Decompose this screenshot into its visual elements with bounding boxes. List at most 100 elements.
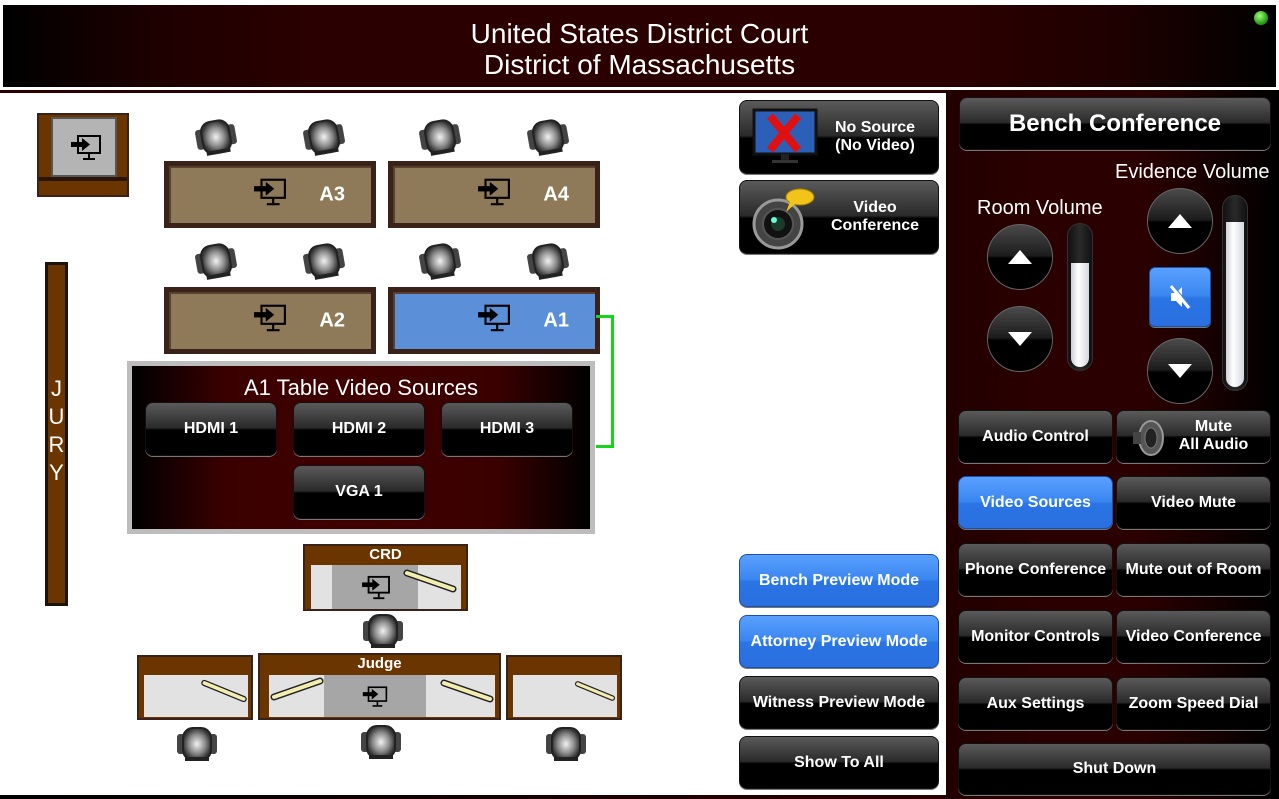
bench-right-desk[interactable] <box>506 655 622 720</box>
mute-all-line2: All Audio <box>1178 436 1249 453</box>
crd-chair-icon <box>363 614 403 648</box>
video-conf-line2: Conference <box>830 217 920 234</box>
evidence-volume-up-button[interactable] <box>1147 188 1213 254</box>
video-conference-source-label: Video Conference <box>826 199 924 235</box>
header-bar: United States District Court District of… <box>3 5 1276 87</box>
table-sources-popup: A1 Table Video Sources HDMI 1 HDMI 2 HDM… <box>127 361 595 534</box>
room-volume-up-button[interactable] <box>987 224 1053 290</box>
microphone-icon <box>201 679 247 703</box>
shut-down-button[interactable]: Shut Down <box>958 743 1271 795</box>
status-indicator-icon <box>1254 11 1268 25</box>
display-input-icon <box>253 177 287 212</box>
no-source-line1: No Source <box>834 119 915 136</box>
table-a2[interactable]: A2 <box>164 287 376 354</box>
evidence-volume-down-button[interactable] <box>1147 338 1213 404</box>
arrow-down-icon <box>1168 364 1192 378</box>
witness-preview-mode-button[interactable]: Witness Preview Mode <box>739 676 939 729</box>
attorney-chair-icon <box>195 243 237 280</box>
crd-label: CRD <box>369 546 402 563</box>
no-source-line2: (No Video) <box>835 137 915 154</box>
room-volume-down-button[interactable] <box>987 306 1053 372</box>
room-volume-label: Room Volume <box>977 197 1103 219</box>
bench-conference-button[interactable]: Bench Conference <box>959 97 1271 150</box>
speaker-muted-icon <box>1169 284 1192 309</box>
arrow-down-icon <box>1008 332 1032 346</box>
mute-out-of-room-button[interactable]: Mute out of Room <box>1116 543 1271 596</box>
zoom-speed-dial-button[interactable]: Zoom Speed Dial <box>1116 677 1271 730</box>
mute-all-audio-button[interactable]: Mute All Audio <box>1116 410 1271 463</box>
selection-connector <box>596 315 614 448</box>
video-sources-button[interactable]: Video Sources <box>958 476 1113 529</box>
display-input-icon <box>477 303 511 338</box>
judge-bench[interactable]: Judge <box>258 653 501 720</box>
microphone-icon <box>270 677 324 701</box>
evidence-volume-label: Evidence Volume <box>1115 161 1270 183</box>
court-district: District of Massachusetts <box>483 49 796 80</box>
table-label: A2 <box>319 309 345 331</box>
jury-box: J U R Y <box>45 262 68 606</box>
table-label: A4 <box>543 183 569 205</box>
attorney-preview-mode-button[interactable]: Attorney Preview Mode <box>739 615 939 668</box>
evidence-mute-button[interactable] <box>1149 267 1211 327</box>
arrow-up-icon <box>1168 214 1192 228</box>
source-hdmi-1-button[interactable]: HDMI 1 <box>145 402 277 456</box>
microphone-icon <box>574 681 616 701</box>
no-source-button[interactable]: No Source (No Video) <box>739 100 939 174</box>
attorney-chair-icon <box>527 119 569 156</box>
no-video-monitor-icon <box>752 108 818 163</box>
attorney-chair-icon <box>303 243 345 280</box>
source-vga-1-button[interactable]: VGA 1 <box>293 465 425 519</box>
attorney-chair-icon <box>195 119 237 156</box>
audio-control-button[interactable]: Audio Control <box>958 410 1113 463</box>
bench-left-desk[interactable] <box>137 655 253 720</box>
evidence-volume-gauge[interactable] <box>1222 195 1248 391</box>
attorney-chair-icon <box>419 243 461 280</box>
table-a3[interactable]: A3 <box>164 161 376 228</box>
crd-desk[interactable]: CRD <box>303 544 468 611</box>
table-a1[interactable]: A1 <box>388 287 600 354</box>
display-input-icon <box>253 303 287 338</box>
display-input-icon <box>362 686 388 707</box>
popup-title: A1 Table Video Sources <box>243 375 479 400</box>
aux-settings-button[interactable]: Aux Settings <box>958 677 1113 730</box>
witness-monitor <box>51 117 117 177</box>
jury-letter: R <box>48 432 65 457</box>
no-source-label: No Source (No Video) <box>826 119 924 155</box>
table-label: A3 <box>319 183 345 205</box>
video-conference-button[interactable]: Video Conference <box>1116 610 1271 663</box>
judge-monitor <box>324 675 426 717</box>
attorney-chair-icon <box>527 243 569 280</box>
jury-letter: U <box>48 404 65 429</box>
attorney-chair-icon <box>419 119 461 156</box>
jury-letter: Y <box>49 460 64 485</box>
courtroom-control-panel: United States District Court District of… <box>0 0 1279 799</box>
source-hdmi-3-button[interactable]: HDMI 3 <box>441 402 573 456</box>
microphone-icon <box>440 679 494 703</box>
video-mute-button[interactable]: Video Mute <box>1116 476 1271 529</box>
evidence-volume-level <box>1226 222 1244 387</box>
jury-letter: J <box>51 376 62 401</box>
display-input-icon <box>71 135 101 160</box>
video-conference-source-button[interactable]: Video Conference <box>739 180 939 254</box>
bottom-divider <box>0 795 946 799</box>
witness-stand[interactable] <box>37 113 129 197</box>
display-input-icon <box>362 575 390 600</box>
camera-lens-icon <box>752 188 815 250</box>
judge-chair-icon <box>361 725 401 759</box>
mute-all-line1: Mute <box>1194 418 1233 435</box>
bench-preview-mode-button[interactable]: Bench Preview Mode <box>739 554 939 607</box>
witness-stand-base <box>39 177 127 181</box>
mute-all-label: Mute All Audio <box>1165 418 1262 454</box>
court-title: United States District Court <box>470 18 809 49</box>
room-volume-level <box>1071 263 1089 367</box>
source-hdmi-2-button[interactable]: HDMI 2 <box>293 402 425 456</box>
table-a4[interactable]: A4 <box>388 161 600 228</box>
room-volume-gauge[interactable] <box>1067 223 1093 371</box>
arrow-up-icon <box>1008 250 1032 264</box>
speaker-icon <box>1133 420 1164 456</box>
show-to-all-button[interactable]: Show To All <box>739 736 939 789</box>
table-label: A1 <box>543 309 569 331</box>
monitor-controls-button[interactable]: Monitor Controls <box>958 610 1113 663</box>
header-divider <box>0 90 946 93</box>
phone-conference-button[interactable]: Phone Conference <box>958 543 1113 596</box>
